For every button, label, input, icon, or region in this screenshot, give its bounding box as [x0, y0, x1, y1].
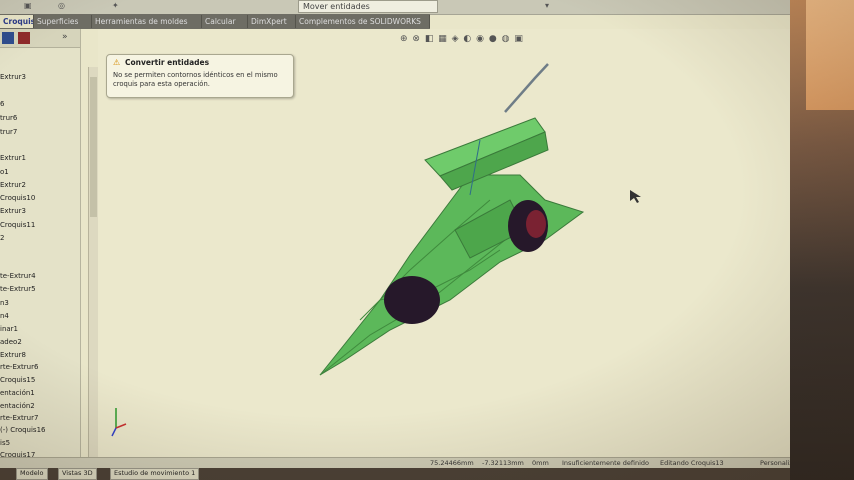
triad-z-axis	[111, 427, 117, 437]
tab-modelo[interactable]: Modelo	[16, 468, 48, 480]
edit-mode: Editando Croquis13	[660, 459, 724, 467]
front-wheel	[384, 276, 440, 324]
car-model[interactable]	[0, 0, 800, 468]
coordinate-y: -7.32113mm	[482, 459, 524, 467]
sketch-status: Insuficientemente definido	[562, 459, 649, 467]
sketch-curve	[504, 63, 549, 113]
mouse-cursor-icon	[630, 190, 641, 203]
triad-x-axis	[115, 423, 127, 429]
tab-vistas-3d[interactable]: Vistas 3D	[58, 468, 97, 480]
status-bar: 75.24466mm -7.32113mm 0mm Insuficienteme…	[0, 457, 800, 468]
rear-wheel-hub	[526, 210, 546, 238]
coordinate-z: 0mm	[532, 459, 549, 467]
window-light	[806, 0, 854, 110]
tab-estudio-movimiento[interactable]: Estudio de movimiento 1	[110, 468, 200, 480]
solidworks-window: ▣ ◎ ✦ Mover entidades ▾ Croquis Superfic…	[0, 0, 800, 468]
car-body	[319, 174, 585, 376]
coordinate-x: 75.24466mm	[430, 459, 474, 467]
